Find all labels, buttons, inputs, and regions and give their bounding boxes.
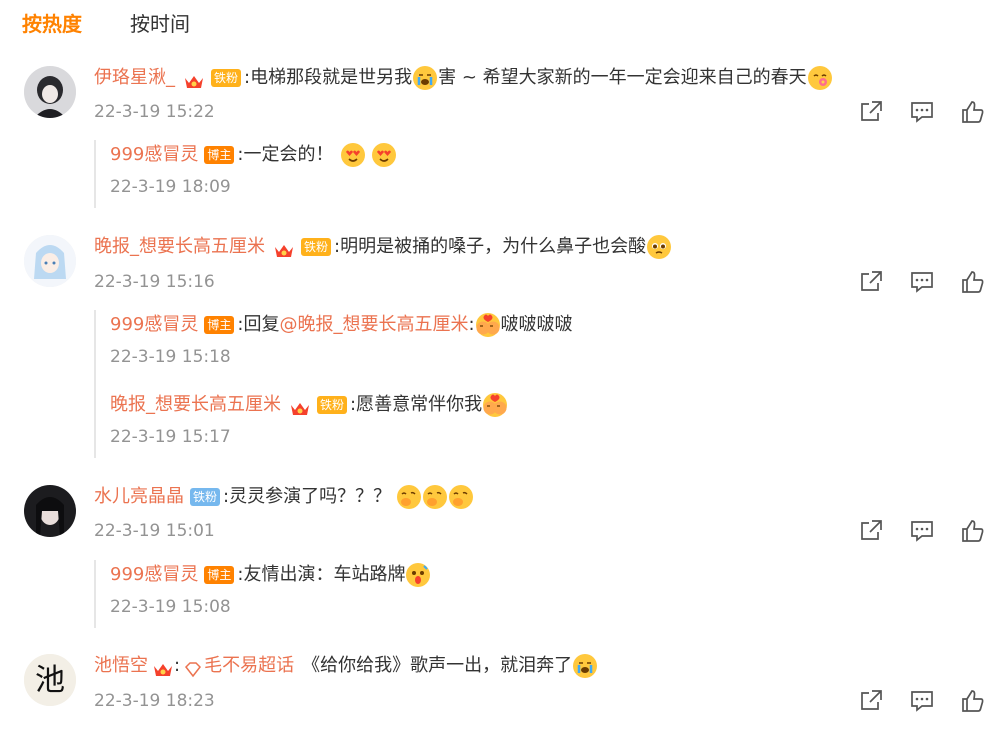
reply-block: 999感冒灵 博主 :回复 @晚报_想要长高五厘米 : 啵啵啵啵 22-3-19… xyxy=(94,310,573,458)
reply-author[interactable]: 晚报_想要长高五厘米 xyxy=(110,390,281,420)
comment-author[interactable]: 伊珞星湫_ xyxy=(94,63,175,93)
diamond-icon xyxy=(182,658,202,678)
comment-time: 22-3-19 15:01 xyxy=(94,521,215,541)
reply-text-tail: 啵啵啵啵 xyxy=(500,314,573,335)
reply-block: 999感冒灵 博主 :友情出演：车站路牌 22-3-19 15:08 xyxy=(94,560,431,628)
comment-author[interactable]: 晚报_想要长高五厘米 xyxy=(94,232,265,262)
comment-time: 22-3-19 15:16 xyxy=(94,272,215,292)
reply-author[interactable]: 999感冒灵 xyxy=(110,140,198,170)
comment-text: :灵灵参演了吗？？？ xyxy=(223,486,392,507)
comment-icon[interactable] xyxy=(909,688,935,714)
crown-icon xyxy=(152,658,174,676)
comment-actions xyxy=(858,518,986,544)
reply-item: 999感冒灵 博主 :回复 @晚报_想要长高五厘米 : 啵啵啵啵 22-3-19… xyxy=(110,310,573,369)
comment-author[interactable]: 池悟空 xyxy=(94,651,148,681)
reply-time: 22-3-19 18:09 xyxy=(110,177,231,197)
reply-item: 999感冒灵 博主 :一定会的！ 22-3-19 18:09 xyxy=(110,140,397,199)
kissing-tigers-emoji-icon xyxy=(483,393,508,417)
avatar[interactable] xyxy=(24,235,76,287)
comment-time: 22-3-19 15:22 xyxy=(94,102,215,122)
share-icon[interactable] xyxy=(858,99,884,125)
host-badge: 博主 xyxy=(204,316,235,334)
comment-icon[interactable] xyxy=(909,269,935,295)
comment-icon[interactable] xyxy=(909,518,935,544)
heart-eyes-emoji-icon xyxy=(341,143,366,167)
avatar[interactable]: 池 xyxy=(24,654,76,706)
comment-text-2: 害 ~ 希望大家新的一年一定会迎来自己的春天 xyxy=(438,67,807,88)
host-badge: 博主 xyxy=(204,146,235,164)
fan-badge: 铁粉 xyxy=(211,69,242,87)
yawn-emoji-icon xyxy=(397,485,422,509)
flower-emoji-icon xyxy=(807,66,832,90)
avatar-char: 池 xyxy=(35,663,65,698)
comment-author[interactable]: 水儿亮晶晶 xyxy=(94,482,184,512)
pleading-emoji-icon xyxy=(647,235,672,259)
mention-link[interactable]: @晚报_想要长高五厘米 xyxy=(279,310,468,340)
like-icon[interactable] xyxy=(960,688,986,714)
reply-time: 22-3-19 15:08 xyxy=(110,597,231,617)
reply-item: 999感冒灵 博主 :友情出演：车站路牌 22-3-19 15:08 xyxy=(110,560,431,619)
crying-emoji-icon xyxy=(573,654,598,678)
fan-badge: 铁粉 xyxy=(190,488,221,506)
reply-colon: : xyxy=(468,314,475,335)
comment-text: :电梯那段就是世另我 xyxy=(244,67,413,88)
comment-actions xyxy=(858,99,986,125)
super-topic-link[interactable]: 毛不易超话 xyxy=(204,651,294,681)
yawn-emoji-icon xyxy=(449,485,474,509)
avatar[interactable] xyxy=(24,66,76,118)
fan-badge: 铁粉 xyxy=(317,396,348,414)
tab-by-hot[interactable]: 按热度 xyxy=(22,8,82,40)
fan-badge: 铁粉 xyxy=(301,238,332,256)
reply-author[interactable]: 999感冒灵 xyxy=(110,560,198,590)
comment-text: 《给你给我》歌声一出，就泪奔了 xyxy=(302,655,573,676)
comment-text: :明明是被捅的嗓子，为什么鼻子也会酸 xyxy=(334,236,647,257)
reply-text: :愿善意常伴你我 xyxy=(350,394,483,415)
comment-actions xyxy=(858,688,986,714)
avatar[interactable] xyxy=(24,485,76,537)
yawn-emoji-icon xyxy=(423,485,448,509)
reply-block: 999感冒灵 博主 :一定会的！ 22-3-19 18:09 xyxy=(94,140,397,208)
share-icon[interactable] xyxy=(858,518,884,544)
reply-time: 22-3-19 15:18 xyxy=(110,347,231,367)
share-icon[interactable] xyxy=(858,269,884,295)
crying-emoji-icon xyxy=(413,66,438,90)
shocked-emoji-icon xyxy=(406,563,431,587)
like-icon[interactable] xyxy=(960,518,986,544)
reply-item: 晚报_想要长高五厘米 铁粉 :愿善意常伴你我 22-3-19 15:17 xyxy=(110,390,508,449)
reply-text: :回复 xyxy=(237,314,280,335)
comment-actions xyxy=(858,269,986,295)
like-icon[interactable] xyxy=(960,269,986,295)
comment-icon[interactable] xyxy=(909,99,935,125)
heart-eyes-emoji-icon xyxy=(372,143,397,167)
reply-text: :一定会的！ xyxy=(237,144,334,165)
comment-time: 22-3-19 18:23 xyxy=(94,691,215,711)
reply-text: :友情出演：车站路牌 xyxy=(237,564,406,585)
share-icon[interactable] xyxy=(858,688,884,714)
crown-icon xyxy=(289,397,311,415)
crown-icon xyxy=(183,70,205,88)
kissing-tigers-emoji-icon xyxy=(475,313,500,337)
crown-icon xyxy=(273,239,295,257)
reply-author[interactable]: 999感冒灵 xyxy=(110,310,198,340)
tab-by-time[interactable]: 按时间 xyxy=(130,8,190,40)
reply-time: 22-3-19 15:17 xyxy=(110,427,231,447)
like-icon[interactable] xyxy=(960,99,986,125)
host-badge: 博主 xyxy=(204,566,235,584)
sort-tabs: 按热度 按时间 xyxy=(22,8,190,40)
